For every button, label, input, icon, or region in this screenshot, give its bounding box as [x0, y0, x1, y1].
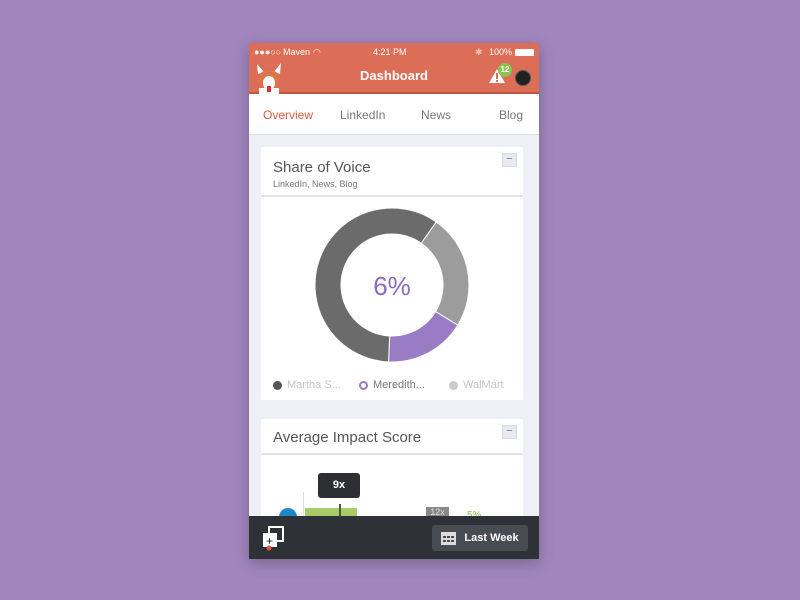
- collapse-button[interactable]: −: [502, 153, 517, 167]
- tab-linkedin[interactable]: LinkedIn: [340, 108, 385, 122]
- legend-item[interactable]: Meredith...: [359, 379, 425, 391]
- battery-icon: [515, 49, 534, 56]
- card-title: Share of Voice: [273, 159, 371, 176]
- signal-dots-icon: ●●●○○: [254, 47, 282, 57]
- legend-label: WalMart: [463, 379, 504, 391]
- add-dashboard-icon[interactable]: +: [261, 526, 285, 552]
- date-range-label: Last Week: [464, 532, 519, 544]
- collapse-button[interactable]: −: [502, 425, 517, 439]
- donut-center-label: 6%: [373, 271, 411, 301]
- tab-overview[interactable]: Overview: [263, 108, 313, 122]
- avatar[interactable]: [515, 70, 531, 86]
- alert-count-badge: 12: [498, 63, 512, 77]
- wifi-icon: ◠: [313, 47, 321, 57]
- bluetooth-icon: ✱: [475, 47, 483, 57]
- card-header: Share of Voice LinkedIn, News, Blog −: [261, 147, 523, 197]
- date-range-button[interactable]: Last Week: [432, 525, 528, 551]
- bottom-bar: + Last Week: [249, 516, 539, 559]
- tab-news[interactable]: News: [421, 108, 451, 122]
- card-subtitle: LinkedIn, News, Blog: [273, 179, 358, 189]
- card-title: Average Impact Score: [273, 429, 422, 446]
- header: ●●●○○ Maven ◠ 4:21 PM ✱ 100% Dashboard 1…: [249, 43, 539, 94]
- phone-screen: ●●●○○ Maven ◠ 4:21 PM ✱ 100% Dashboard 1…: [249, 43, 539, 559]
- legend-label: Meredith...: [373, 379, 425, 391]
- share-of-voice-card: Share of Voice LinkedIn, News, Blog − 6%…: [261, 147, 523, 400]
- legend-item[interactable]: WalMart: [449, 379, 504, 391]
- calendar-icon: [441, 532, 457, 545]
- carrier: Maven: [283, 47, 311, 57]
- donut-slice-meredith[interactable]: [387, 310, 459, 363]
- legend-dot-icon: [273, 380, 282, 390]
- tab-blog[interactable]: Blog: [499, 108, 523, 122]
- legend-dot-icon: [359, 380, 368, 390]
- tooltip: 9x: [318, 473, 360, 498]
- legend-item[interactable]: Martha S...: [273, 379, 341, 391]
- battery-text: 100%: [489, 47, 513, 57]
- time: 4:21 PM: [373, 47, 407, 57]
- legend-dot-icon: [449, 380, 458, 390]
- legend-label: Martha S...: [287, 379, 341, 391]
- tab-bar: Overview LinkedIn News Blog: [249, 94, 539, 135]
- card-header: Average Impact Score −: [261, 419, 523, 455]
